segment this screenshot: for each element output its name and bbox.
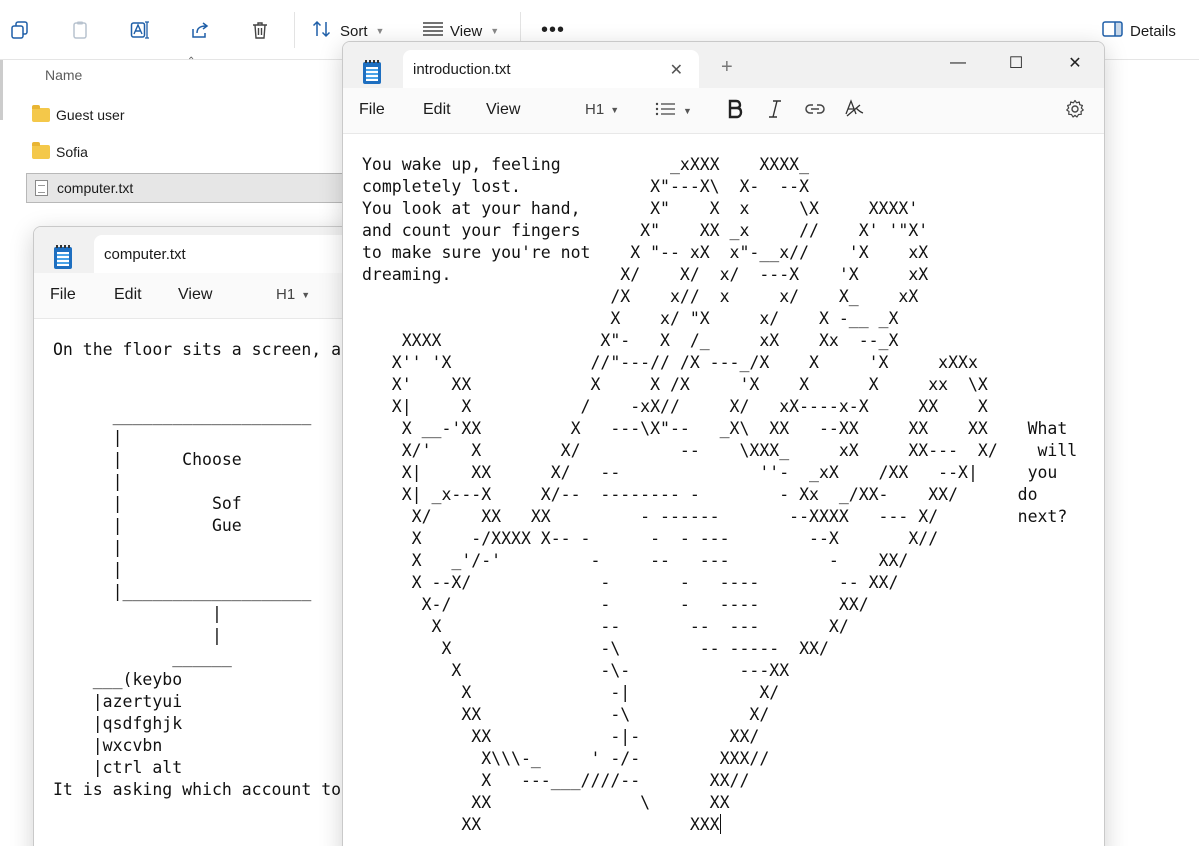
details-pane-icon <box>1102 20 1124 42</box>
bold-button[interactable] <box>725 98 745 120</box>
view-icon <box>422 19 444 43</box>
notepad-window-introduction: introduction.txt ✕ + — ☐ ✕ File Edit Vie… <box>342 41 1105 846</box>
file-name: computer.txt <box>57 180 134 196</box>
sort-label: Sort <box>340 22 368 40</box>
details-button[interactable]: Details <box>1102 19 1176 43</box>
menu-view[interactable]: View <box>178 286 212 304</box>
menu-bar: File Edit View H1 ▼ <box>34 273 362 319</box>
view-label: View <box>450 22 483 40</box>
bulleted-list-icon <box>655 101 677 121</box>
tab-introduction-txt[interactable]: introduction.txt ✕ <box>403 50 699 89</box>
details-label: Details <box>1130 22 1176 40</box>
link-button[interactable] <box>804 100 826 118</box>
heading-label: H1 <box>276 286 296 303</box>
file-row-computer-txt[interactable]: computer.txt <box>26 173 346 203</box>
chevron-down-icon: ▼ <box>683 106 692 116</box>
file-row-guest-user[interactable]: Guest user <box>26 100 346 130</box>
chevron-down-icon: ▼ <box>490 26 500 36</box>
menu-view[interactable]: View <box>486 101 520 119</box>
toolbar-separator <box>294 12 295 48</box>
delete-icon[interactable] <box>249 19 271 41</box>
folder-icon <box>32 142 50 159</box>
clear-formatting-button[interactable] <box>843 98 865 120</box>
text-content: You wake up, feeling _xXXX XXXX_ complet… <box>362 155 1078 834</box>
close-button[interactable]: ✕ <box>1052 50 1098 76</box>
text-file-icon <box>35 180 48 196</box>
menu-edit[interactable]: Edit <box>423 101 451 119</box>
text-editor[interactable]: On the floor sits a screen, a __________… <box>53 339 341 801</box>
share-icon[interactable] <box>189 19 211 41</box>
text-cursor <box>719 814 721 834</box>
menu-file[interactable]: File <box>50 286 76 304</box>
paste-icon[interactable] <box>69 19 91 41</box>
sort-ascending-icon: ⌃ <box>187 56 196 67</box>
new-tab-button[interactable]: + <box>721 56 733 79</box>
settings-button[interactable] <box>1065 99 1085 119</box>
copy-icon[interactable] <box>9 19 31 41</box>
menu-edit[interactable]: Edit <box>114 286 142 304</box>
heading-label: H1 <box>585 101 605 118</box>
name-column-header[interactable]: Name <box>45 67 82 83</box>
notepad-app-icon <box>54 245 72 269</box>
text-editor[interactable]: You wake up, feeling _xXXX XXXX_ complet… <box>362 154 1077 836</box>
sort-button[interactable]: Sort ▼ <box>312 19 384 43</box>
file-name: Guest user <box>56 107 125 123</box>
notepad-window-computer: computer.txt File Edit View H1 ▼ On the … <box>33 226 363 846</box>
rename-icon[interactable] <box>129 19 151 41</box>
menu-file[interactable]: File <box>359 101 385 119</box>
chevron-down-icon: ▼ <box>610 104 620 115</box>
title-bar: computer.txt <box>34 227 362 274</box>
chevron-down-icon: ▼ <box>301 289 311 300</box>
folder-icon <box>32 105 50 122</box>
navigation-pane-edge <box>0 60 3 120</box>
sort-icon <box>312 19 334 43</box>
view-button[interactable]: View ▼ <box>422 19 499 43</box>
close-tab-icon[interactable]: ✕ <box>670 60 683 80</box>
bold-icon <box>728 99 743 119</box>
notepad-app-icon <box>363 60 381 84</box>
maximize-button[interactable]: ☐ <box>993 50 1039 76</box>
menu-bar: File Edit View H1 ▼ ▼ <box>343 88 1104 134</box>
italic-button[interactable] <box>765 98 785 120</box>
list-dropdown[interactable]: ▼ <box>655 101 692 121</box>
chevron-down-icon: ▼ <box>375 26 385 36</box>
clear-formatting-icon <box>845 99 864 117</box>
minimize-button[interactable]: — <box>935 50 981 76</box>
heading-dropdown[interactable]: H1 ▼ <box>585 101 619 118</box>
tab-title: introduction.txt <box>413 61 511 78</box>
tab-title: computer.txt <box>104 246 186 263</box>
link-icon <box>805 104 825 114</box>
title-bar: introduction.txt ✕ + — ☐ ✕ <box>343 42 1104 89</box>
more-options-button[interactable]: ••• <box>541 20 565 40</box>
file-name: Sofia <box>56 144 88 160</box>
file-row-sofia[interactable]: Sofia <box>26 137 346 167</box>
italic-icon <box>769 100 781 118</box>
gear-icon <box>1066 99 1084 118</box>
heading-dropdown[interactable]: H1 ▼ <box>276 286 310 303</box>
tab-computer-txt[interactable]: computer.txt <box>94 235 362 274</box>
